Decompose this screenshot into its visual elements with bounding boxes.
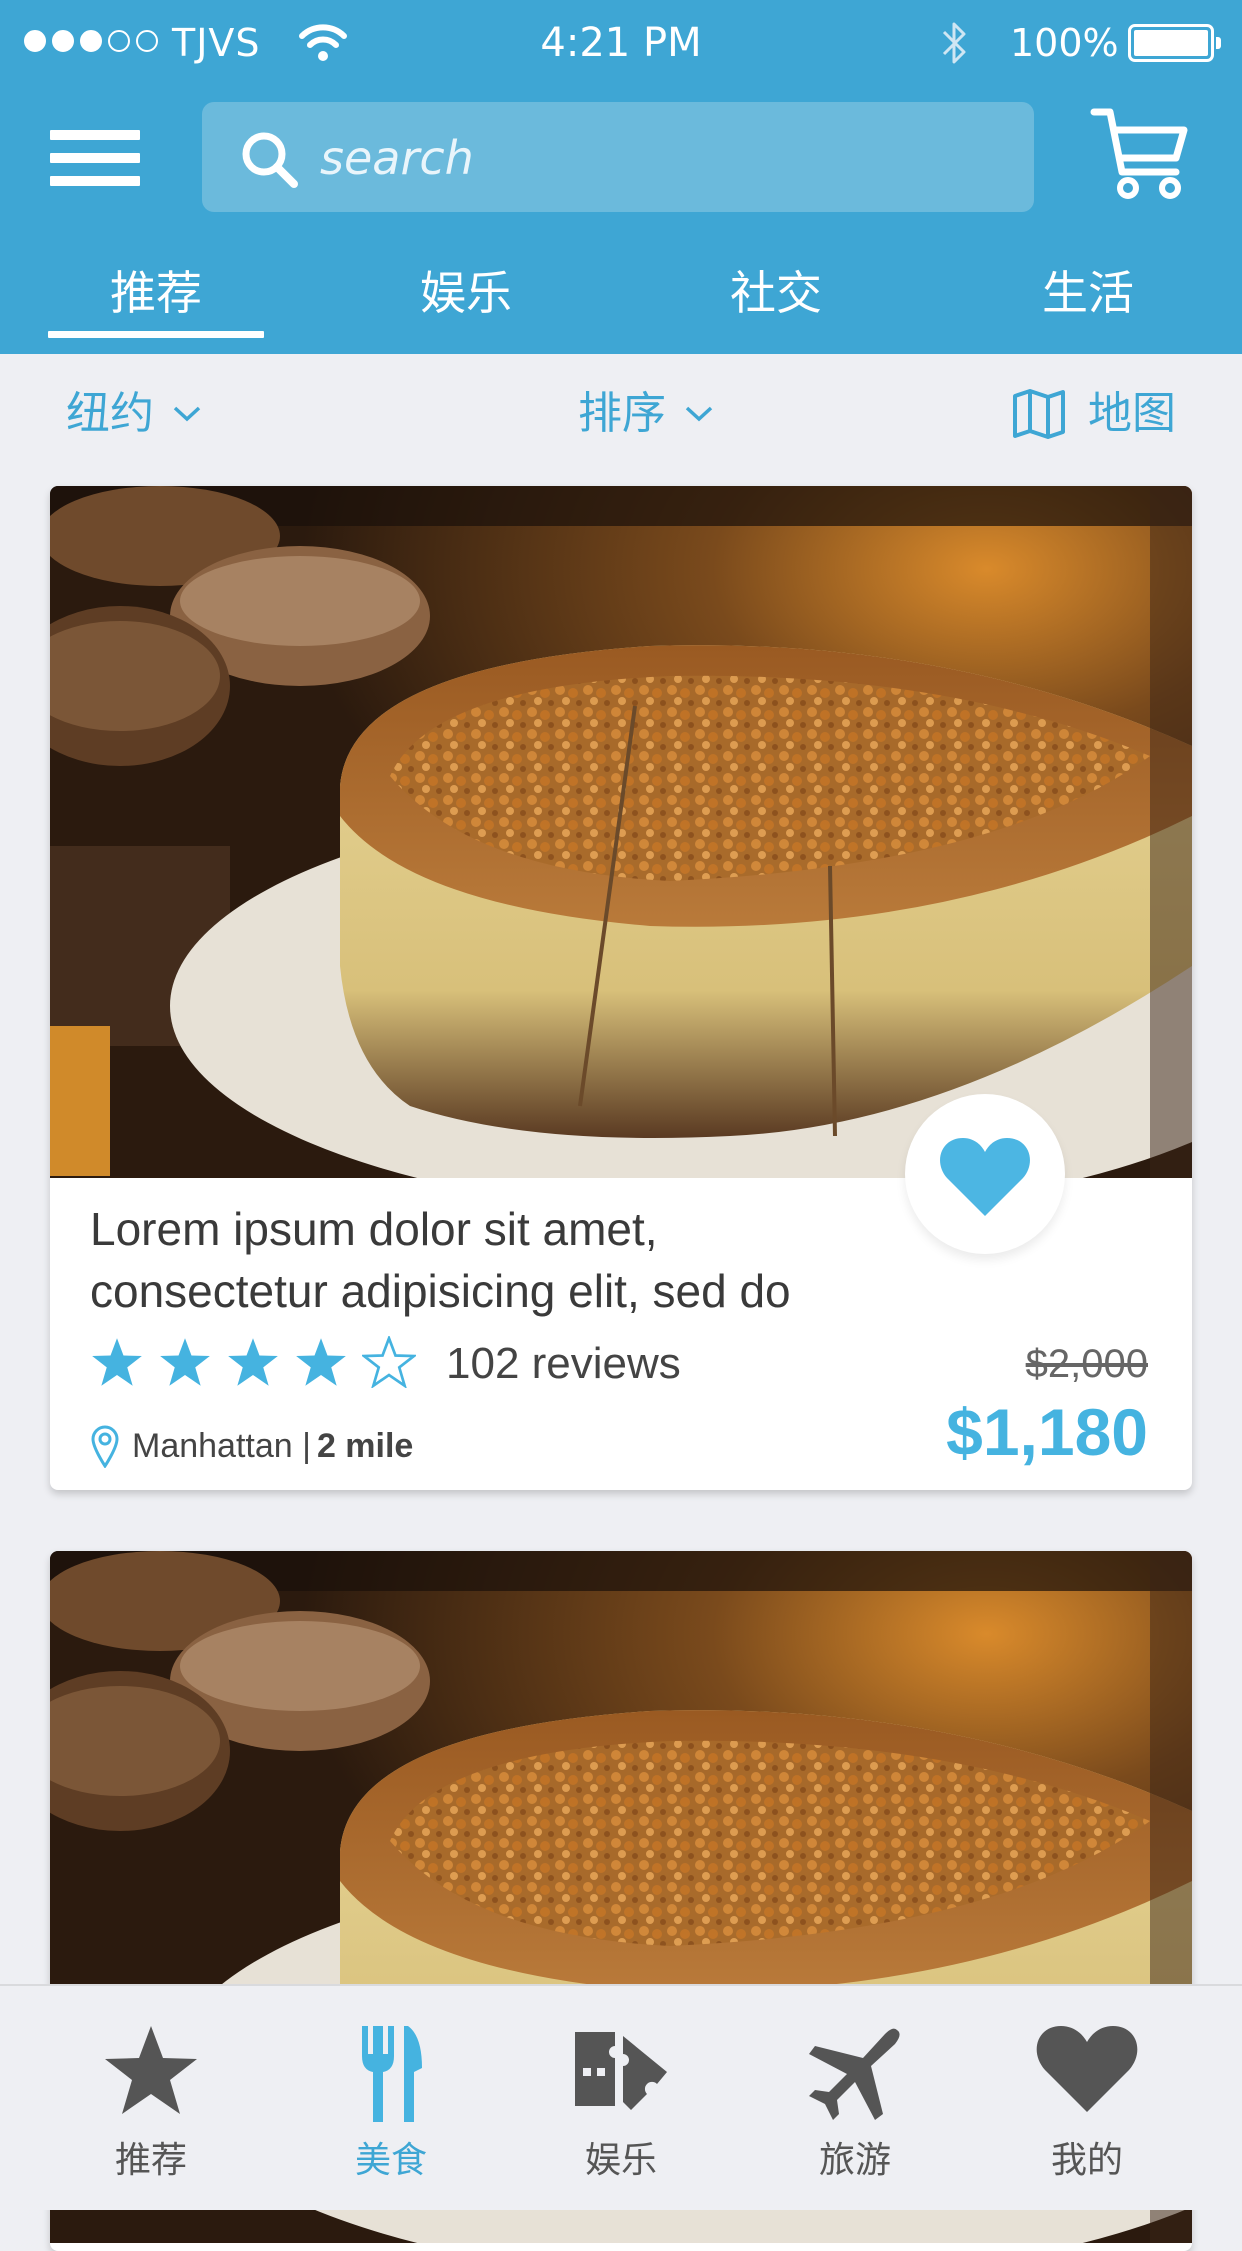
- cart-icon[interactable]: [1090, 106, 1190, 202]
- map-button[interactable]: 地图: [1012, 384, 1176, 444]
- chevron-down-icon: [685, 406, 713, 422]
- nav-travel-label: 旅游: [818, 2140, 891, 2181]
- location-filter[interactable]: 纽约: [66, 384, 202, 444]
- chevron-down-icon: [173, 406, 201, 422]
- sale-price: $1,180: [946, 1395, 1148, 1469]
- star-filled-icon: [160, 1338, 210, 1386]
- airplane-icon: [809, 2028, 900, 2120]
- star-empty-icon: [362, 1336, 416, 1388]
- nav-profile-label: 我的: [1050, 2140, 1123, 2181]
- original-price: $2,000: [1025, 1342, 1148, 1386]
- search-icon: [242, 132, 298, 188]
- deal-title: Lorem ipsum dolor sit amet, consectetur …: [90, 1198, 970, 1322]
- nav-travel[interactable]: 旅游: [740, 1986, 970, 2210]
- tab-life[interactable]: 生活: [972, 250, 1204, 336]
- location-info: Manhattan | 2 mile: [90, 1424, 413, 1468]
- star-filled-icon: [296, 1338, 346, 1386]
- search-input[interactable]: [318, 124, 1002, 192]
- card-details: Lorem ipsum dolor sit amet, consectetur …: [50, 1178, 1192, 1490]
- map-icon: [1013, 389, 1065, 439]
- star-icon: [105, 2026, 197, 2114]
- location-pin-icon: [91, 1425, 119, 1468]
- deal-title-line-1: Lorem ipsum dolor sit amet,: [90, 1203, 658, 1255]
- bluetooth-icon: [942, 22, 966, 64]
- review-count: 102 reviews: [446, 1339, 681, 1388]
- star-rating: [90, 1336, 416, 1388]
- ticket-icon: [575, 2032, 667, 2110]
- sort-filter-label: 排序: [578, 388, 666, 439]
- search-bar[interactable]: [202, 102, 1034, 212]
- tab-entertainment[interactable]: 娱乐: [350, 250, 582, 336]
- category-tabs: 推荐 娱乐 社交 生活: [0, 250, 1242, 354]
- map-label: 地图: [1088, 388, 1176, 439]
- fork-knife-icon: [362, 2026, 422, 2122]
- location-name: Manhattan |: [132, 1426, 311, 1465]
- deal-card[interactable]: Lorem ipsum dolor sit amet, consectetur …: [50, 486, 1192, 1490]
- location-filter-label: 纽约: [66, 388, 154, 439]
- distance: 2 mile: [316, 1426, 414, 1465]
- tab-social[interactable]: 社交: [660, 250, 892, 336]
- bottom-tab-bar: 推荐 美食 娱乐 旅游 我的: [0, 1984, 1242, 2210]
- sort-filter[interactable]: 排序: [578, 384, 714, 444]
- nav-recommend[interactable]: 推荐: [36, 1986, 266, 2210]
- status-bar: TJVS 4:21 PM 100%: [0, 0, 1242, 88]
- nav-food-label: 美食: [354, 2140, 427, 2181]
- menu-button[interactable]: [50, 130, 142, 186]
- battery-percent: 100%: [1010, 21, 1119, 65]
- battery-icon: [1128, 24, 1221, 62]
- cake-photo: [50, 486, 1192, 1178]
- deal-title-line-2: consectetur adipisicing elit, sed do: [90, 1265, 791, 1317]
- star-filled-icon: [92, 1338, 142, 1386]
- tab-recommend[interactable]: 推荐: [40, 250, 272, 338]
- nav-profile[interactable]: 我的: [972, 1986, 1202, 2210]
- star-filled-icon: [228, 1338, 278, 1386]
- nav-entertainment[interactable]: 娱乐: [506, 1986, 736, 2210]
- nav-food[interactable]: 美食: [276, 1986, 506, 2210]
- app-header: TJVS 4:21 PM 100% 推荐 娱乐 社交 生活: [0, 0, 1242, 354]
- nav-recommend-label: 推荐: [114, 2140, 187, 2181]
- heart-icon: [1036, 2026, 1138, 2112]
- nav-entertainment-label: 娱乐: [584, 2140, 657, 2181]
